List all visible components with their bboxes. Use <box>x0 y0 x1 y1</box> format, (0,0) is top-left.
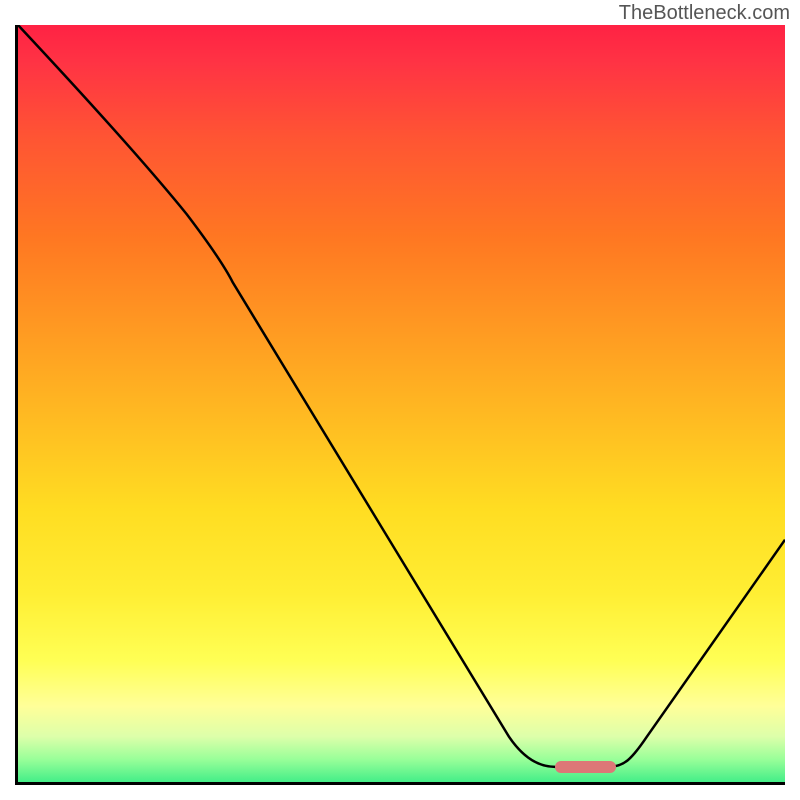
bottleneck-curve <box>18 25 785 782</box>
chart-plot-area <box>15 25 785 785</box>
optimal-range-marker <box>555 761 616 773</box>
watermark-text: TheBottleneck.com <box>619 2 790 25</box>
